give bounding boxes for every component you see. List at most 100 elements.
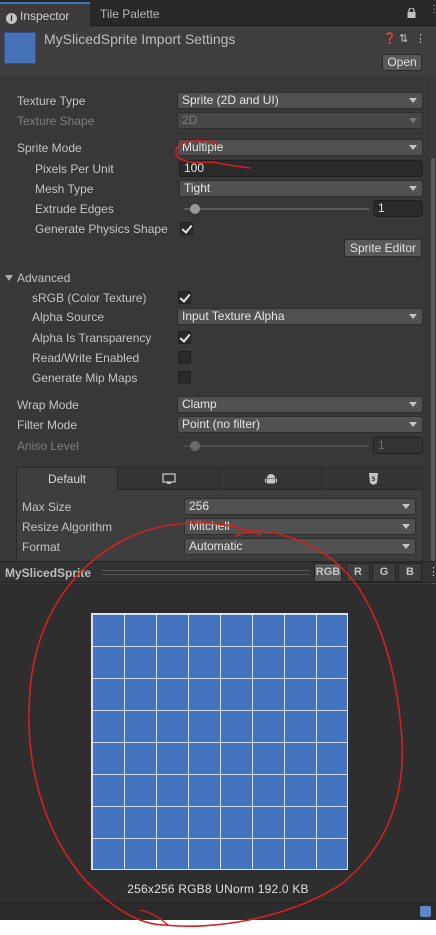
preview-menu-icon[interactable]: ⋮	[428, 565, 436, 578]
wrap-mode-dropdown[interactable]: Clamp	[177, 396, 423, 413]
resize-algorithm-dropdown[interactable]: Mitchell	[184, 518, 416, 535]
platform-tab-default[interactable]: Default	[17, 468, 118, 490]
platform-tab-desktop[interactable]	[118, 468, 220, 490]
foldout-arrow-icon	[5, 275, 13, 281]
mesh-type-value: Tight	[184, 181, 211, 195]
format-value: Automatic	[189, 539, 243, 553]
alpha-source-label: Alpha Source	[32, 310, 105, 324]
svg-text:5: 5	[371, 476, 375, 483]
tab-inspector[interactable]: i Inspector	[0, 2, 90, 26]
platform-tab-android[interactable]	[220, 468, 322, 490]
srgb-label: sRGB (Color Texture)	[32, 291, 147, 305]
inspector-window: i Inspector Tile Palette ⋮ MySlicedSprite…	[0, 0, 436, 920]
open-button[interactable]: Open	[382, 54, 422, 71]
resize-algorithm-value: Mitchell	[189, 519, 230, 533]
alpha-source-value: Input Texture Alpha	[182, 309, 285, 323]
format-label: Format	[22, 540, 61, 554]
advanced-foldout[interactable]: Advanced	[0, 269, 436, 287]
format-row: Format Automatic	[17, 538, 422, 556]
chevron-down-icon	[409, 118, 417, 123]
sprite-mode-row: Sprite Mode Multiple	[0, 139, 436, 157]
wrap-mode-label: Wrap Mode	[17, 398, 79, 412]
wrap-mode-value: Clamp	[182, 397, 217, 411]
chevron-down-icon	[402, 524, 410, 529]
settings-menu-icon[interactable]: ⋮	[415, 32, 426, 45]
chevron-down-icon	[409, 422, 417, 427]
inspector-scrollbar[interactable]	[430, 78, 436, 618]
read-write-checkbox[interactable]	[178, 351, 191, 364]
texture-shape-dropdown: 2D	[177, 112, 423, 129]
filter-mode-row: Filter Mode Point (no filter)	[0, 416, 436, 434]
webgl-icon: 5	[368, 473, 378, 485]
mesh-type-label: Mesh Type	[35, 182, 94, 196]
sprite-mode-value: Multiple	[182, 140, 224, 154]
read-write-row: Read/Write Enabled	[0, 349, 436, 367]
sprite-mode-label: Sprite Mode	[17, 141, 82, 155]
generate-physics-shape-label: Generate Physics Shape	[35, 222, 168, 236]
resize-algorithm-row: Resize Algorithm Mitchell	[17, 518, 422, 536]
texture-type-value: Sprite (2D and UI)	[182, 93, 279, 107]
chevron-down-icon	[409, 98, 417, 103]
platform-tab-webgl[interactable]: 5	[322, 468, 424, 490]
texture-type-label: Texture Type	[17, 94, 86, 108]
sprite-preview-image	[91, 613, 348, 870]
asset-label-icon[interactable]	[420, 906, 431, 917]
tab-tile-palette[interactable]: Tile Palette	[92, 2, 182, 26]
preview-drag-handle[interactable]	[102, 570, 310, 575]
asset-thumbnail	[4, 32, 36, 64]
mesh-type-dropdown[interactable]: Tight	[179, 180, 423, 197]
resize-algorithm-label: Resize Algorithm	[22, 520, 113, 534]
texture-shape-label: Texture Shape	[17, 114, 95, 128]
more-options-icon[interactable]: ⋮	[429, 5, 436, 19]
srgb-row: sRGB (Color Texture)	[0, 289, 436, 307]
pixels-per-unit-row: Pixels Per Unit 100	[0, 160, 436, 178]
alpha-is-transparency-row: Alpha Is Transparency	[0, 329, 436, 347]
scrollbar-thumb[interactable]	[431, 158, 435, 618]
header-title: MySlicedSprite Import Settings	[44, 31, 236, 47]
chevron-down-icon	[409, 402, 417, 407]
help-icon[interactable]: ❓	[383, 32, 397, 45]
tab-bar: i Inspector Tile Palette ⋮	[0, 0, 436, 26]
filter-mode-label: Filter Mode	[17, 418, 78, 432]
info-icon: i	[6, 13, 17, 24]
texture-type-dropdown[interactable]: Sprite (2D and UI)	[177, 92, 423, 109]
channel-rgb-button[interactable]: RGB	[314, 563, 342, 582]
max-size-dropdown[interactable]: 256	[184, 498, 416, 515]
alpha-source-dropdown[interactable]: Input Texture Alpha	[177, 308, 423, 325]
preview-header[interactable]: MySlicedSprite RGB R G B ⋮	[0, 561, 436, 583]
generate-physics-shape-row: Generate Physics Shape	[0, 220, 436, 238]
desktop-icon	[161, 473, 176, 484]
filter-mode-value: Point (no filter)	[182, 417, 261, 431]
extrude-edges-slider-track[interactable]	[184, 208, 369, 210]
format-dropdown[interactable]: Automatic	[184, 538, 416, 555]
srgb-checkbox[interactable]	[178, 291, 191, 304]
channel-b-button[interactable]: B	[398, 563, 422, 582]
generate-physics-shape-checkbox[interactable]	[180, 222, 193, 235]
pixels-per-unit-field[interactable]: 100	[179, 160, 423, 177]
pixels-per-unit-label: Pixels Per Unit	[35, 162, 114, 176]
read-write-label: Read/Write Enabled	[32, 351, 140, 365]
lock-icon[interactable]	[407, 8, 416, 18]
alpha-is-transparency-checkbox[interactable]	[178, 331, 191, 344]
sprite-editor-button[interactable]: Sprite Editor	[344, 239, 422, 257]
filter-mode-dropdown[interactable]: Point (no filter)	[177, 416, 423, 433]
preset-icon[interactable]: ⇅	[399, 32, 408, 45]
extrude-edges-field[interactable]: 1	[373, 200, 423, 217]
extrude-edges-row: Extrude Edges 1	[0, 200, 436, 218]
texture-shape-value: 2D	[182, 113, 198, 127]
alpha-source-row: Alpha Source Input Texture Alpha	[0, 308, 436, 326]
channel-g-button[interactable]: G	[372, 563, 396, 582]
texture-shape-row: Texture Shape 2D	[0, 112, 436, 130]
preview-area: 256x256 RGB8 UNorm 192.0 KB	[0, 584, 436, 902]
max-size-value: 256	[189, 499, 210, 513]
extrude-edges-slider-handle[interactable]	[190, 204, 201, 214]
mip-maps-checkbox[interactable]	[178, 371, 191, 384]
sprite-mode-dropdown[interactable]: Multiple	[177, 139, 423, 156]
chevron-down-icon	[409, 314, 417, 319]
chevron-down-icon	[402, 504, 410, 509]
aniso-level-slider-track	[184, 445, 369, 447]
platform-settings: Default 5 Max Size 256 Resize Algorithm …	[16, 467, 424, 567]
channel-r-button[interactable]: R	[346, 563, 370, 582]
aniso-level-row: Aniso Level 1	[0, 437, 436, 455]
chevron-down-icon	[402, 544, 410, 549]
